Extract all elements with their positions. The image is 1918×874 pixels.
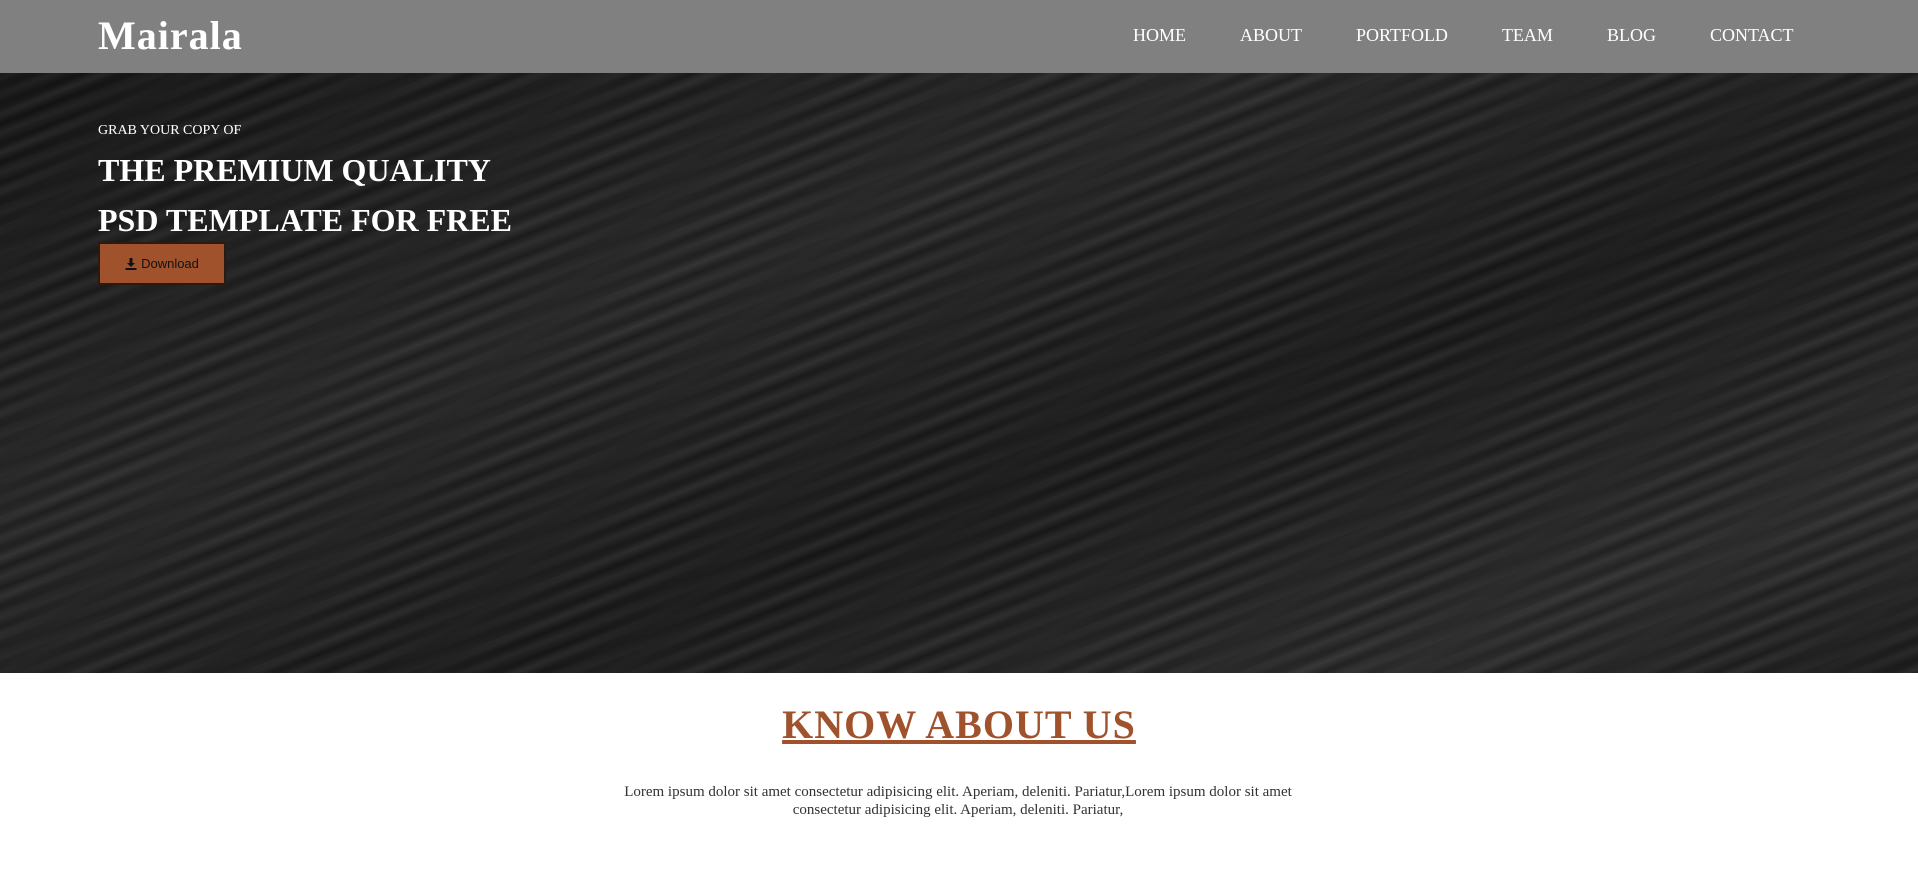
- nav-item-home[interactable]: HOME: [1133, 24, 1186, 46]
- download-button[interactable]: Download: [98, 242, 226, 285]
- hero-title: THE PREMIUM QUALITY PSD TEMPLATE FOR FRE…: [98, 145, 512, 245]
- nav-menu: HOME ABOUT PORTFOLD TEAM BLOG CONTACT: [1120, 24, 1794, 46]
- nav-item-portfold[interactable]: PORTFOLD: [1356, 24, 1448, 46]
- download-label: Download: [141, 256, 199, 271]
- nav-item-team[interactable]: TEAM: [1502, 24, 1553, 46]
- download-icon: [125, 257, 137, 270]
- navbar: Mairala HOME ABOUT PORTFOLD TEAM BLOG CO…: [0, 0, 1918, 73]
- nav-item-blog[interactable]: BLOG: [1607, 24, 1656, 46]
- hero-title-line-1: THE PREMIUM QUALITY: [98, 152, 491, 188]
- hero-banner: GRAB YOUR COPY OF THE PREMIUM QUALITY PS…: [0, 73, 1918, 673]
- about-title: KNOW ABOUT US: [782, 702, 1136, 747]
- brand-logo[interactable]: Mairala: [98, 12, 243, 60]
- hero-title-line-2: PSD TEMPLATE FOR FREE: [98, 202, 512, 238]
- nav-item-contact[interactable]: CONTACT: [1710, 24, 1794, 46]
- hero-eyebrow: GRAB YOUR COPY OF: [98, 123, 242, 138]
- about-text: Lorem ipsum dolor sit amet consectetur a…: [624, 784, 1292, 818]
- nav-item-about[interactable]: ABOUT: [1240, 24, 1302, 46]
